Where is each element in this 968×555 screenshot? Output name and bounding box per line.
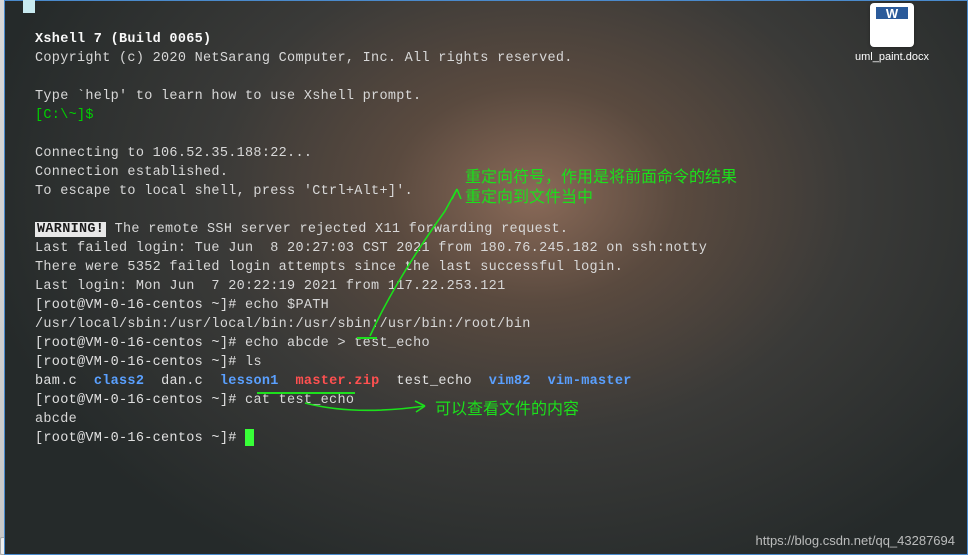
- cmd-echo-path: echo $PATH: [245, 298, 329, 313]
- terminal-output[interactable]: Xshell 7 (Build 0065) Copyright (c) 2020…: [35, 11, 959, 448]
- cmd-cat: cat test_echo: [245, 393, 354, 408]
- prompt-4: [root@VM-0-16-centos ~]#: [35, 393, 245, 408]
- established-line: Connection established.: [35, 165, 228, 180]
- copyright-line: Copyright (c) 2020 NetSarang Computer, I…: [35, 51, 573, 66]
- cmd-ls: ls: [245, 355, 262, 370]
- cursor: [245, 429, 254, 446]
- failed-attempts-line: There were 5352 failed login attempts si…: [35, 260, 623, 275]
- ls-item: vim82: [489, 374, 531, 389]
- tab-handle[interactable]: [23, 0, 35, 13]
- last-failed-line: Last failed login: Tue Jun 8 20:27:03 CS…: [35, 241, 707, 256]
- escape-line: To escape to local shell, press 'Ctrl+Al…: [35, 184, 413, 199]
- last-login-line: Last login: Mon Jun 7 20:22:19 2021 from…: [35, 279, 505, 294]
- ls-item: dan.c: [161, 374, 203, 389]
- title-line: Xshell 7 (Build 0065): [35, 32, 211, 47]
- help-line: Type `help' to learn how to use Xshell p…: [35, 89, 421, 104]
- path-output: /usr/local/sbin:/usr/local/bin:/usr/sbin…: [35, 317, 531, 332]
- terminal-frame: W uml_paint.docx Xshell 7 (Build 0065) C…: [4, 0, 968, 555]
- prompt-1: [root@VM-0-16-centos ~]#: [35, 298, 245, 313]
- ls-item: vim-master: [548, 374, 632, 389]
- ls-item: class2: [94, 374, 144, 389]
- warning-rest: The remote SSH server rejected X11 forwa…: [106, 222, 568, 237]
- local-prompt: [C:\~]$: [35, 108, 94, 123]
- watermark: https://blog.csdn.net/qq_43287694: [756, 533, 956, 548]
- ls-output: bam.c class2 dan.c lesson1 master.zip te…: [35, 374, 632, 389]
- prompt-5: [root@VM-0-16-centos ~]#: [35, 431, 245, 446]
- ls-item: bam.c: [35, 374, 77, 389]
- ls-item: test_echo: [396, 374, 472, 389]
- connecting-line: Connecting to 106.52.35.188:22...: [35, 146, 312, 161]
- ls-item: lesson1: [220, 374, 279, 389]
- warning-badge: WARNING!: [35, 222, 106, 237]
- prompt-2: [root@VM-0-16-centos ~]#: [35, 336, 245, 351]
- prompt-3: [root@VM-0-16-centos ~]#: [35, 355, 245, 370]
- ls-item: master.zip: [296, 374, 380, 389]
- cmd-echo-redirect: echo abcde > test_echo: [245, 336, 430, 351]
- cat-output: abcde: [35, 412, 77, 427]
